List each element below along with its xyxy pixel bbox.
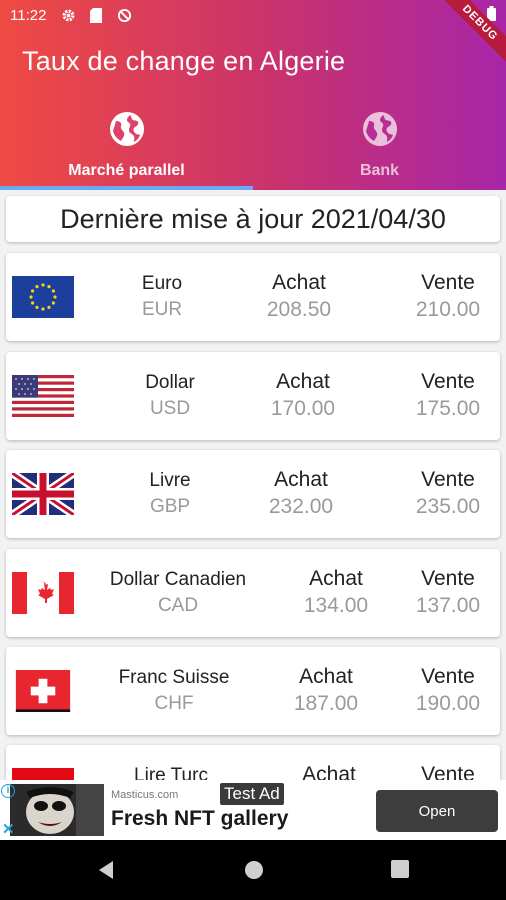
tab-label: Bank bbox=[359, 162, 400, 179]
home-icon[interactable] bbox=[244, 860, 264, 885]
currency-code: CAD bbox=[157, 595, 199, 616]
currency-code: USD bbox=[149, 398, 191, 419]
currency-code: CHF bbox=[154, 693, 194, 714]
buy-label: Achat bbox=[302, 763, 356, 780]
swiss-flag-icon bbox=[12, 670, 74, 712]
buy-value: 187.00 bbox=[293, 692, 359, 715]
ad-thumbnail[interactable] bbox=[10, 784, 104, 836]
sell-label: Vente bbox=[421, 370, 475, 393]
buy-value: 208.50 bbox=[266, 298, 332, 321]
status-bar: 11:22 bbox=[0, 0, 506, 30]
ad-close-icon[interactable]: ✕ bbox=[2, 820, 15, 838]
currency-code: EUR bbox=[141, 299, 183, 320]
settings-icon bbox=[60, 7, 76, 23]
tab-bar: Marché parallel Bank bbox=[0, 106, 506, 190]
currency-row-eur[interactable]: Euro EUR Achat 208.50 Vente 210.00 bbox=[6, 253, 500, 341]
buy-label: Achat bbox=[309, 567, 363, 590]
last-update-banner: Dernière mise à jour 2021/04/30 bbox=[6, 196, 500, 242]
ad-title[interactable]: Fresh NFT gallery bbox=[111, 807, 288, 831]
app-header: 11:22 DEBUG Taux de change en Algerie Ma… bbox=[0, 0, 506, 190]
sell-value: 137.00 bbox=[415, 594, 481, 617]
buy-label: Achat bbox=[276, 370, 330, 393]
turkey-flag-icon bbox=[12, 768, 74, 780]
sd-card-icon bbox=[88, 7, 104, 23]
currency-name: Dollar bbox=[145, 372, 195, 393]
last-update-text: Dernière mise à jour 2021/04/30 bbox=[60, 203, 446, 234]
no-sync-icon bbox=[116, 7, 132, 23]
active-tab-indicator bbox=[0, 186, 253, 190]
globe-icon bbox=[361, 110, 399, 148]
currency-name: Livre bbox=[149, 470, 191, 491]
buy-value: 134.00 bbox=[303, 594, 369, 617]
sell-value: 190.00 bbox=[415, 692, 481, 715]
sell-value: 210.00 bbox=[415, 298, 481, 321]
tab-label: Marché parallel bbox=[68, 162, 185, 179]
currency-name: Franc Suisse bbox=[118, 667, 230, 688]
currency-row-usd[interactable]: Dollar USD Achat 170.00 Vente 175.00 bbox=[6, 352, 500, 440]
sell-label: Vente bbox=[421, 567, 475, 590]
currency-row-gbp[interactable]: Livre GBP Achat 232.00 Vente 235.00 bbox=[6, 450, 500, 538]
currency-name: Dollar Canadien bbox=[109, 569, 247, 590]
ad-banner[interactable]: i ✕ Masticus.com Test Ad Fresh NFT galle… bbox=[0, 780, 506, 840]
ad-source: Masticus.com bbox=[111, 789, 179, 801]
ad-open-button[interactable]: Open bbox=[376, 790, 498, 832]
buy-value: 170.00 bbox=[270, 397, 336, 420]
back-icon[interactable] bbox=[96, 860, 116, 885]
sell-value: 235.00 bbox=[415, 495, 481, 518]
currency-name: Euro bbox=[141, 273, 183, 294]
sell-label: Vente bbox=[421, 763, 475, 780]
buy-label: Achat bbox=[272, 271, 326, 294]
status-time: 11:22 bbox=[10, 6, 47, 24]
sell-label: Vente bbox=[421, 468, 475, 491]
sell-label: Vente bbox=[421, 271, 475, 294]
tab-bank[interactable]: Bank bbox=[253, 106, 506, 190]
currency-name: Lire Turc bbox=[134, 765, 208, 780]
sell-value: 175.00 bbox=[415, 397, 481, 420]
buy-value: 232.00 bbox=[268, 495, 334, 518]
currency-row-cad[interactable]: Dollar Canadien CAD Achat 134.00 Vente 1… bbox=[6, 549, 500, 637]
eu-flag-icon bbox=[12, 276, 74, 318]
system-nav-bar bbox=[0, 840, 506, 900]
currency-code: GBP bbox=[149, 496, 191, 517]
buy-label: Achat bbox=[274, 468, 328, 491]
sell-label: Vente bbox=[421, 665, 475, 688]
test-ad-badge: Test Ad bbox=[220, 783, 284, 805]
currency-row-try[interactable]: Lire Turc Achat Vente bbox=[6, 745, 500, 780]
uk-flag-icon bbox=[12, 473, 74, 515]
recents-icon[interactable] bbox=[391, 860, 409, 883]
tab-marche-parallel[interactable]: Marché parallel bbox=[0, 106, 253, 190]
us-flag-icon bbox=[12, 375, 74, 417]
currency-list[interactable]: Euro EUR Achat 208.50 Vente 210.00 Dolla… bbox=[0, 250, 506, 780]
globe-icon bbox=[108, 110, 146, 148]
ad-info-icon[interactable]: i bbox=[1, 784, 15, 798]
canada-flag-icon bbox=[12, 572, 74, 614]
buy-label: Achat bbox=[299, 665, 353, 688]
page-title: Taux de change en Algerie bbox=[22, 46, 346, 76]
currency-row-chf[interactable]: Franc Suisse CHF Achat 187.00 Vente 190.… bbox=[6, 647, 500, 735]
